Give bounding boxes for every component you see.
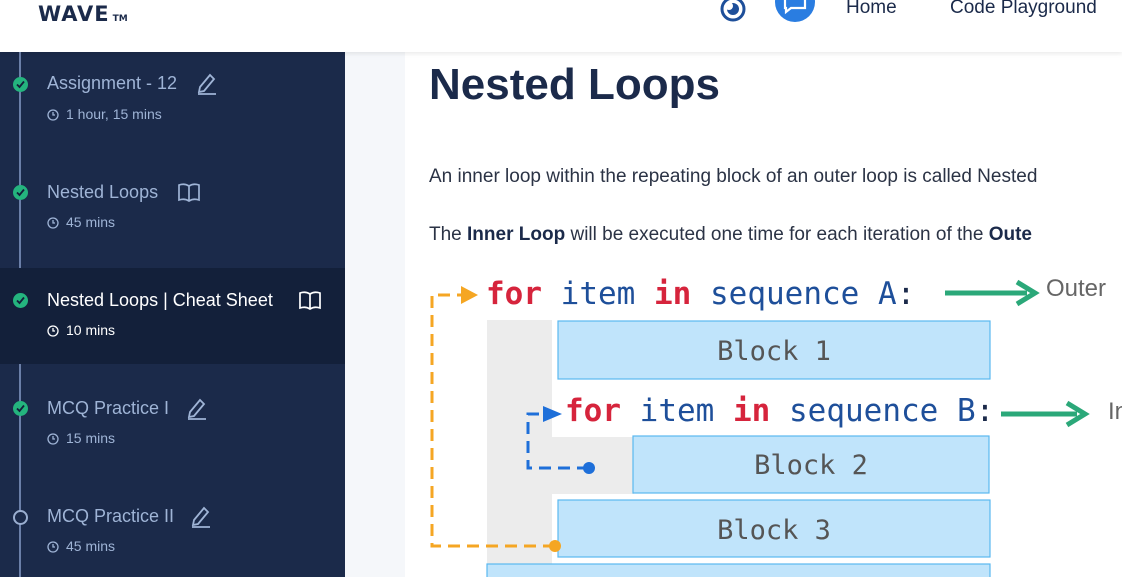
inner-loop-end-dot bbox=[583, 462, 595, 474]
clock-icon bbox=[47, 433, 59, 445]
book-icon bbox=[178, 183, 200, 202]
lesson-title: Nested Loops | Cheat Sheet bbox=[47, 290, 273, 310]
book-icon bbox=[299, 291, 321, 310]
completed-check-icon bbox=[13, 293, 28, 308]
sidebar-item-nested-loops-cheat-sheet[interactable]: Nested Loops | Cheat Sheet 10 mins bbox=[0, 268, 345, 364]
block-3-label: Block 3 bbox=[717, 515, 831, 546]
logo[interactable]: WAVE TM bbox=[38, 2, 128, 26]
completed-check-icon bbox=[13, 185, 28, 200]
sidebar-item-mcq-practice-1[interactable]: MCQ Practice I 15 mins bbox=[0, 376, 345, 484]
lesson-duration: 1 hour, 15 mins bbox=[47, 106, 162, 122]
page-title: Nested Loops bbox=[429, 60, 720, 109]
clock-icon bbox=[47, 109, 59, 121]
lesson-title: Nested Loops bbox=[47, 182, 159, 202]
clock-icon bbox=[47, 541, 59, 553]
top-header: WAVE TM Home Code Playground bbox=[0, 0, 1122, 52]
lesson-title: MCQ Practice II bbox=[47, 506, 175, 526]
edit-icon bbox=[197, 73, 216, 95]
edit-icon bbox=[187, 398, 206, 420]
block-4 bbox=[486, 563, 991, 577]
outer-loop-indent bbox=[487, 320, 552, 577]
clock-icon bbox=[47, 217, 59, 229]
sidebar-item-assignment-12[interactable]: Assignment - 12 1 hour, 15 mins bbox=[0, 52, 345, 160]
intro-paragraph: An inner loop within the repeating block… bbox=[429, 166, 1038, 187]
lesson-duration: 15 mins bbox=[47, 430, 115, 446]
completed-check-icon bbox=[13, 77, 28, 92]
block-1-label: Block 1 bbox=[717, 336, 831, 367]
lesson-title: MCQ Practice I bbox=[47, 398, 170, 418]
edit-icon bbox=[191, 506, 210, 528]
completed-check-icon bbox=[13, 401, 28, 416]
nested-loops-diagram: for item in sequence A: Outer Block 1 fo… bbox=[430, 275, 1122, 577]
sidebar-item-mcq-practice-2[interactable]: MCQ Practice II 45 mins bbox=[0, 484, 345, 577]
lesson-title: Assignment - 12 bbox=[47, 73, 178, 93]
inner-note-label: In bbox=[1108, 398, 1122, 425]
nav-code-playground-link[interactable]: Code Playground bbox=[950, 0, 1097, 19]
block-2-label: Block 2 bbox=[754, 450, 868, 481]
outer-loop-back-arrowhead bbox=[461, 286, 478, 304]
outer-loop-end-dot bbox=[549, 540, 561, 552]
chat-icon[interactable] bbox=[775, 0, 815, 22]
inner-loop-code: for item in sequence B: bbox=[565, 393, 994, 429]
theme-toggle-icon[interactable] bbox=[720, 0, 746, 22]
nav-home-link[interactable]: Home bbox=[846, 0, 897, 19]
outer-note-label: Outer bbox=[1046, 275, 1106, 302]
execution-paragraph: The Inner Loop will be executed one time… bbox=[429, 224, 1032, 245]
outer-loop-code: for item in sequence A: bbox=[486, 276, 915, 312]
lesson-duration: 45 mins bbox=[47, 538, 115, 554]
lesson-duration: 45 mins bbox=[47, 214, 115, 230]
inner-loop-back-arrowhead bbox=[543, 406, 562, 422]
clock-icon bbox=[47, 325, 59, 337]
sidebar-item-nested-loops[interactable]: Nested Loops 45 mins bbox=[0, 160, 345, 268]
not-started-circle-icon bbox=[13, 510, 28, 525]
lesson-duration: 10 mins bbox=[47, 322, 115, 338]
